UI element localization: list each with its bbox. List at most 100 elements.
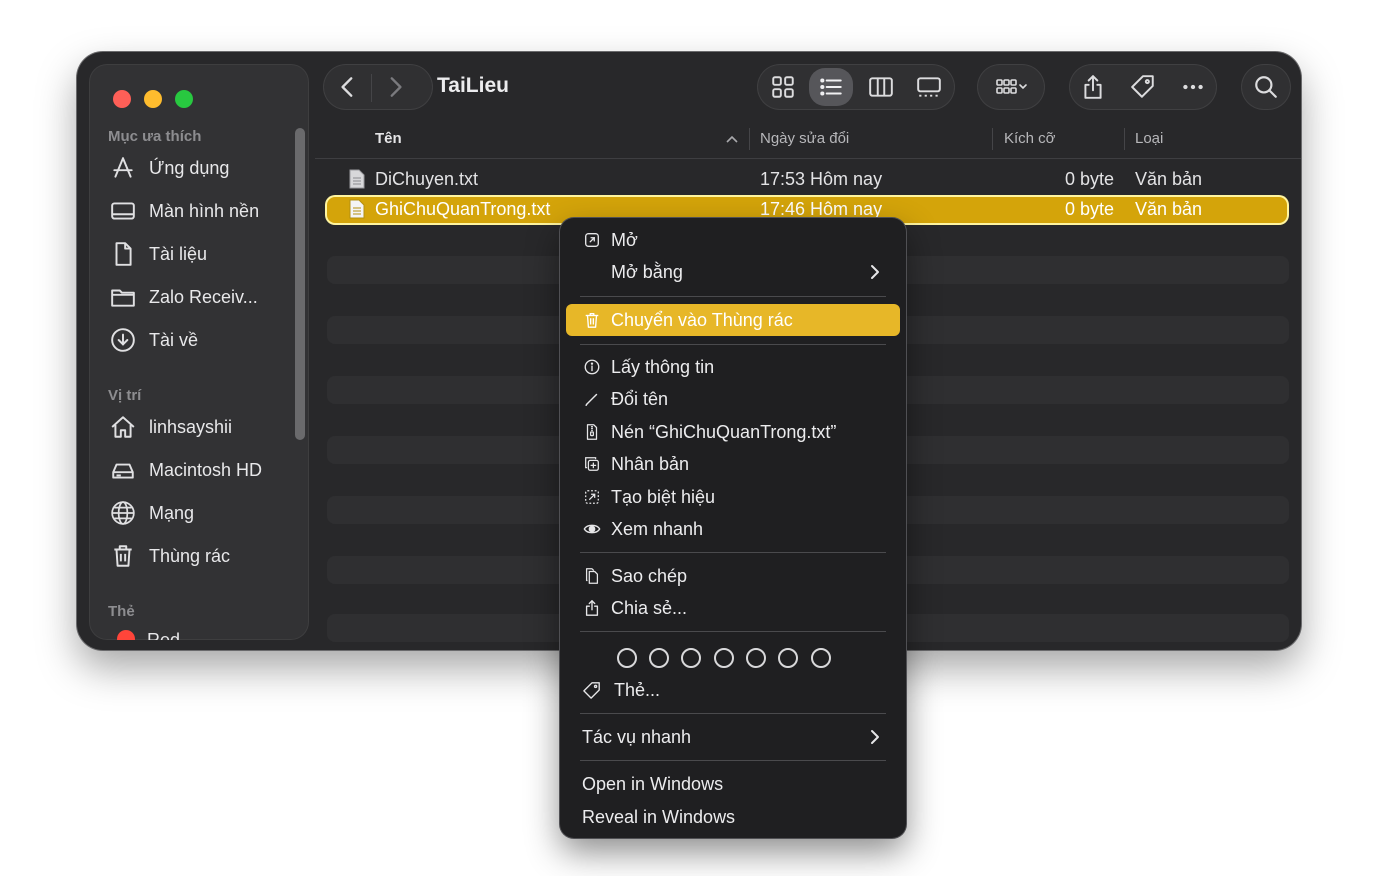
column-header-kind[interactable]: Loại (1135, 130, 1163, 147)
menu-item-label: Đổi tên (611, 388, 669, 409)
column-header-name[interactable]: Tên (375, 130, 402, 147)
divider (371, 74, 372, 102)
menu-item-open-with[interactable]: Mở bằng (566, 256, 900, 288)
menu-item-compress[interactable]: Nén “GhiChuQuanTrong.txt” (566, 416, 900, 448)
sidebar-item-desktop[interactable]: Màn hình nền (109, 193, 299, 229)
column-divider (1124, 128, 1125, 150)
sidebar-heading-favorites: Mục ưa thích (108, 128, 202, 145)
tag-red-dot[interactable] (117, 630, 135, 640)
desktop-icon (109, 197, 137, 225)
file-size: 0 byte (1065, 199, 1115, 219)
more-button[interactable] (1173, 67, 1213, 107)
ellipsis-icon (1183, 84, 1203, 90)
chevron-right-icon (390, 77, 402, 97)
sidebar-item-label: Ứng dụng (149, 157, 230, 178)
menu-item-open[interactable]: Mở (566, 224, 900, 256)
column-view-button[interactable] (861, 67, 901, 107)
menu-item-get-info[interactable]: Lấy thông tin (566, 351, 900, 383)
file-modified: 17:46 Hôm nay (760, 199, 883, 219)
search-button[interactable] (1246, 67, 1286, 107)
group-by-button[interactable] (987, 67, 1037, 107)
sidebar-item-applications[interactable]: Ứng dụng (109, 150, 299, 186)
tag-color-circle[interactable] (778, 648, 798, 668)
menu-item-label: Open in Windows (582, 773, 724, 794)
document-icon (109, 240, 137, 268)
grid-icon (772, 76, 794, 98)
minimize-window-button[interactable] (144, 90, 162, 108)
sidebar-item-macintosh-hd[interactable]: Macintosh HD (109, 452, 299, 488)
menu-item-label: Nhân bản (611, 453, 690, 474)
apps-icon (109, 154, 137, 182)
trash-icon (582, 310, 602, 330)
menu-item-move-to-trash[interactable]: Chuyển vào Thùng rác (566, 304, 900, 336)
header-separator (315, 158, 1301, 159)
list-view-button[interactable] (811, 67, 851, 107)
table-row[interactable]: DiChuyen.txt 17:53 Hôm nay 0 byte Văn bả… (327, 167, 1287, 193)
file-name: GhiChuQuanTrong.txt (375, 199, 551, 219)
menu-item-open-in-windows[interactable]: Open in Windows (566, 768, 900, 800)
trash-icon (109, 542, 137, 570)
menu-item-make-alias[interactable]: Tạo biệt hiệu (566, 481, 900, 513)
gallery-icon (917, 77, 941, 97)
menu-item-label: Mở (611, 229, 638, 250)
sidebar-item-home[interactable]: linhsayshii (109, 409, 299, 445)
icon-view-button[interactable] (763, 67, 803, 107)
sidebar-item-documents[interactable]: Tài liệu (109, 236, 299, 272)
file-kind: Văn bản (1135, 169, 1203, 189)
sidebar-item-label: linhsayshii (149, 416, 233, 437)
tag-button[interactable] (1123, 67, 1163, 107)
network-icon (109, 499, 137, 527)
sidebar-scrollbar[interactable] (295, 128, 305, 440)
column-header-size[interactable]: Kích cỡ (1004, 130, 1056, 147)
tag-color-circle[interactable] (746, 648, 766, 668)
menu-item-reveal-in-windows[interactable]: Reveal in Windows (566, 801, 900, 833)
menu-item-duplicate[interactable]: Nhân bản (566, 448, 900, 480)
tag-color-circle[interactable] (811, 648, 831, 668)
share-button[interactable] (1073, 67, 1113, 107)
info-icon (582, 357, 602, 377)
window-title: TaiLieu (437, 74, 509, 97)
sidebar-item-network[interactable]: Mạng (109, 495, 299, 531)
menu-item-label: Mở bằng (611, 261, 683, 282)
sort-ascending-icon (726, 135, 738, 143)
menu-item-label: Nén “GhiChuQuanTrong.txt” (611, 421, 837, 442)
tag-color-circle[interactable] (649, 648, 669, 668)
menu-item-quick-actions[interactable]: Tác vụ nhanh (566, 721, 900, 753)
sidebar-heading-locations: Vị trí (108, 387, 142, 404)
pencil-icon (582, 389, 602, 409)
sidebar-tag-label[interactable]: Red (147, 630, 180, 640)
sidebar-item-label: Màn hình nền (149, 200, 260, 221)
tag-color-circle[interactable] (681, 648, 701, 668)
zoom-window-button[interactable] (175, 90, 193, 108)
chevron-right-icon (871, 265, 879, 279)
sidebar-item-downloads[interactable]: Tài về (109, 322, 299, 358)
menu-separator (580, 631, 886, 632)
column-header-modified[interactable]: Ngày sửa đổi (760, 130, 849, 147)
sidebar-item-label: Thùng rác (149, 545, 231, 566)
sidebar-heading-tags: Thẻ (108, 603, 135, 620)
menu-item-rename[interactable]: Đổi tên (566, 383, 900, 415)
sidebar-item-label: Zalo Receiv... (149, 286, 258, 307)
tag-color-circle[interactable] (617, 648, 637, 668)
file-name: DiChuyen.txt (375, 169, 479, 189)
menu-item-tags[interactable]: Thẻ... (566, 674, 900, 706)
menu-separator (580, 760, 886, 761)
tag-icon (582, 680, 602, 700)
sidebar-item-zalo-received[interactable]: Zalo Receiv... (109, 279, 299, 315)
gallery-view-button[interactable] (909, 67, 949, 107)
copy-icon (582, 566, 602, 586)
back-button[interactable] (328, 67, 368, 107)
chevron-right-icon (871, 730, 879, 744)
tag-color-circle[interactable] (714, 648, 734, 668)
forward-button[interactable] (375, 67, 415, 107)
menu-item-quick-look[interactable]: Xem nhanh (566, 513, 900, 545)
close-window-button[interactable] (113, 90, 131, 108)
home-icon (109, 413, 137, 441)
menu-item-share[interactable]: Chia sẻ... (566, 592, 900, 624)
menu-item-label: Tác vụ nhanh (582, 726, 692, 747)
columns-icon (869, 77, 893, 97)
disk-icon (109, 456, 137, 484)
menu-item-copy[interactable]: Sao chép (566, 560, 900, 592)
column-divider (992, 128, 993, 150)
sidebar-item-trash[interactable]: Thùng rác (109, 538, 299, 574)
